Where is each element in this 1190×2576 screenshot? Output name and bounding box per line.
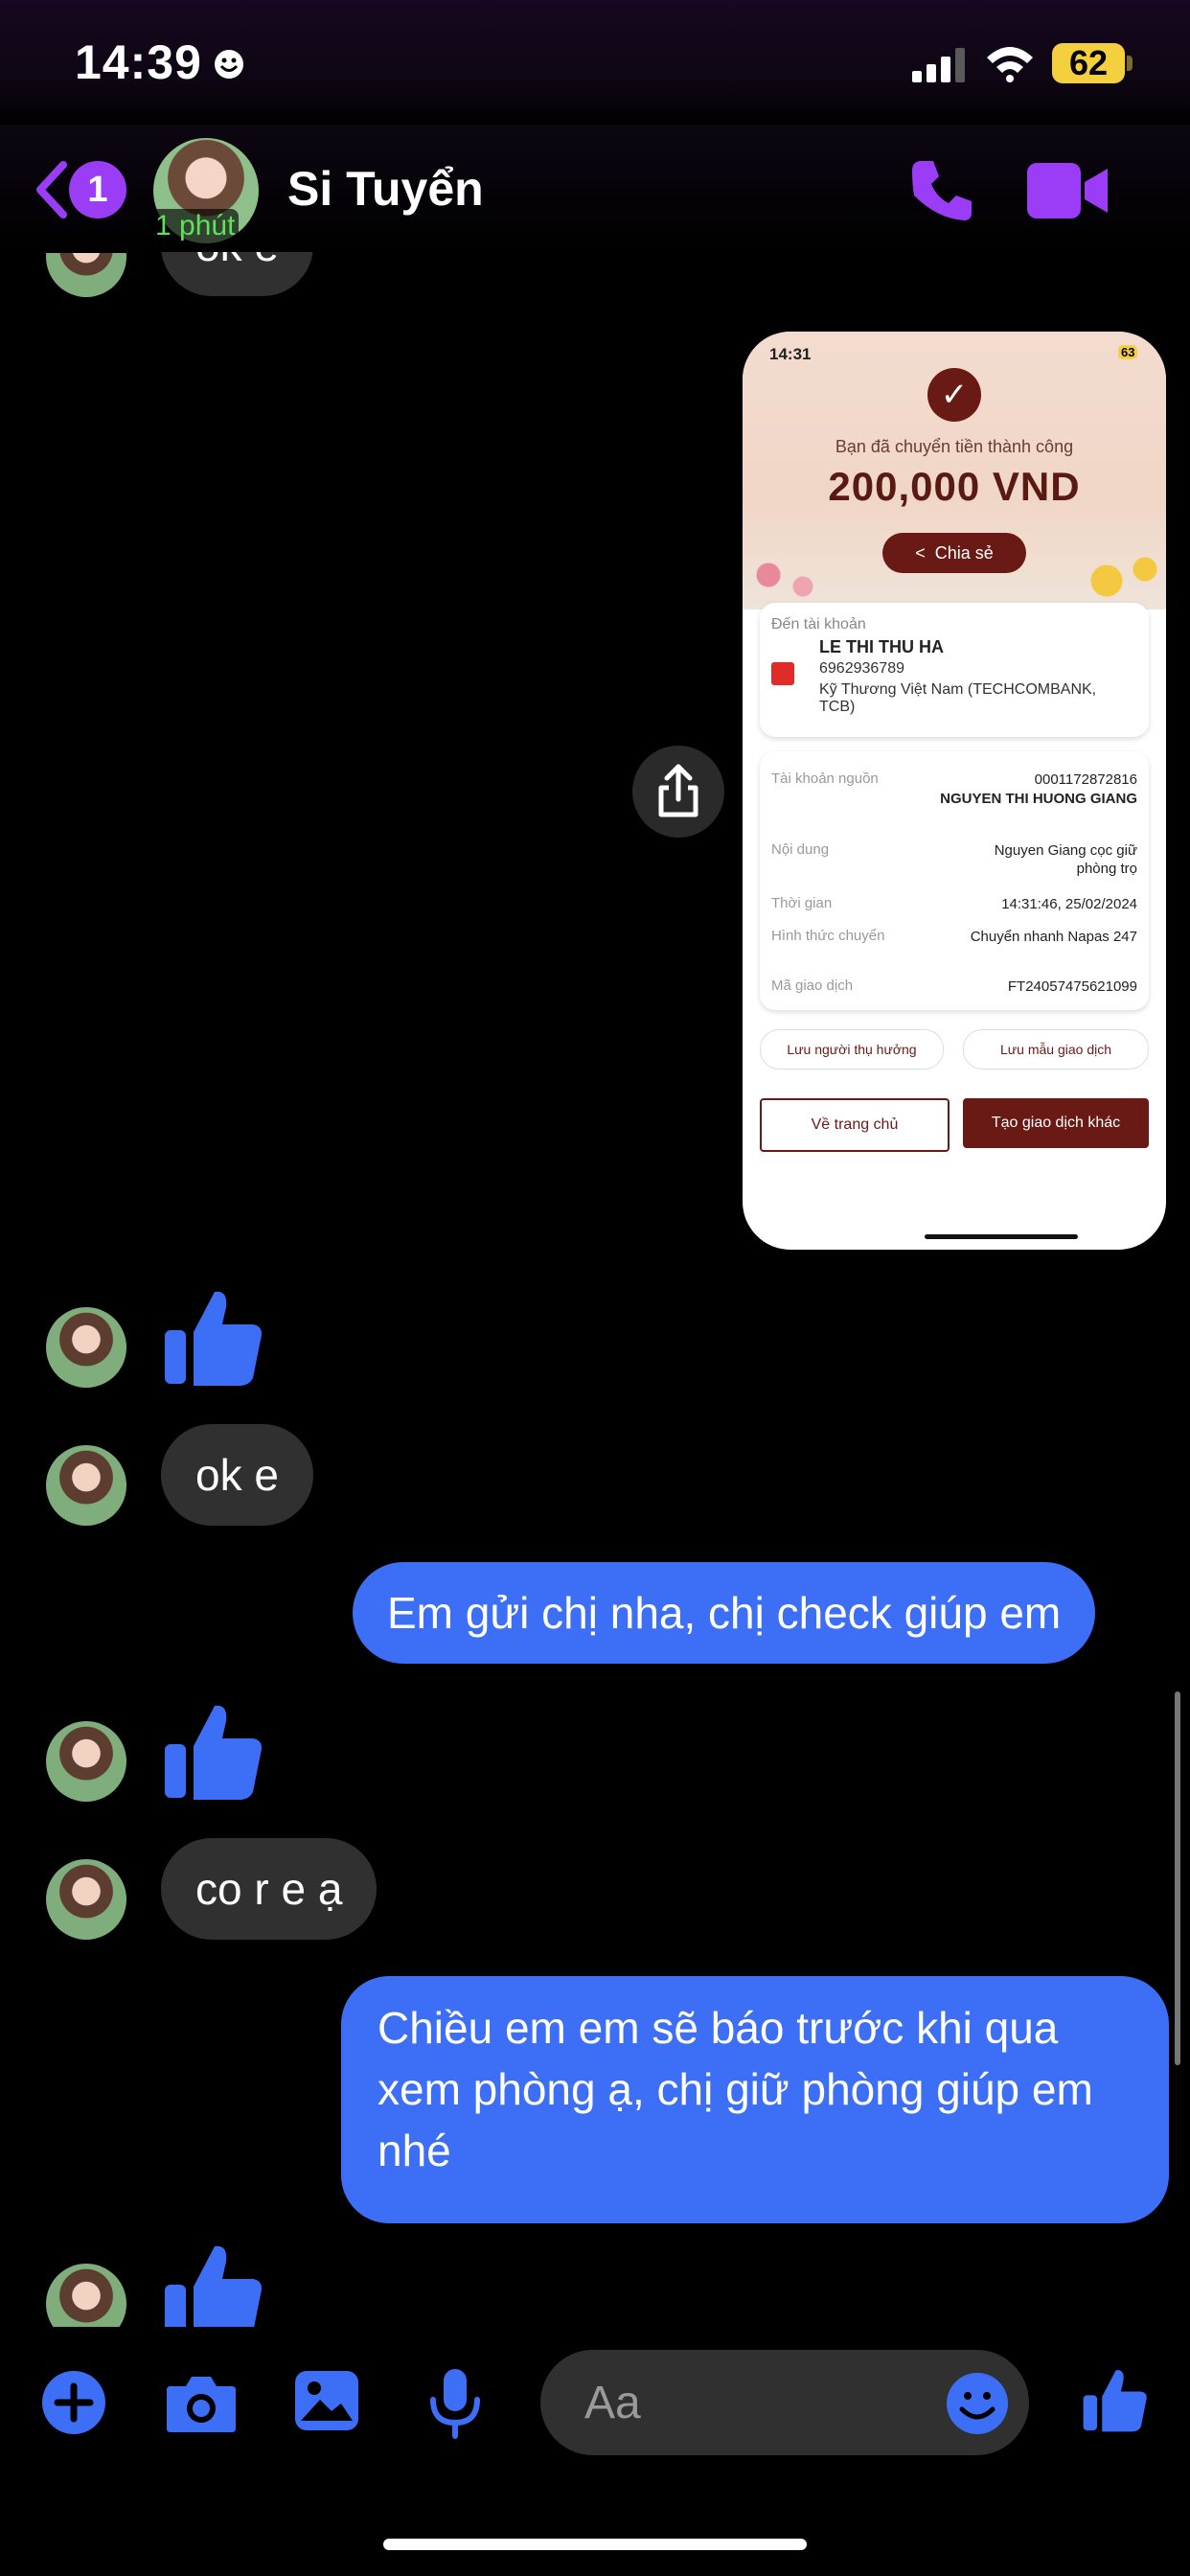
back-chevron-icon[interactable] (33, 159, 71, 220)
receipt-battery: 63 (1118, 345, 1138, 359)
thumbs-up-icon[interactable] (161, 2239, 266, 2327)
unread-count-badge[interactable]: 1 (69, 161, 126, 218)
video-call-icon[interactable] (1027, 163, 1108, 218)
share-upload-icon (658, 764, 698, 817)
txn-value: FT24057475621099 (1007, 978, 1137, 995)
scrollbar[interactable] (1175, 1691, 1180, 2065)
contact-avatar-small (46, 1445, 126, 1526)
share-icon: < (915, 543, 935, 563)
contact-avatar-small (46, 1859, 126, 1940)
txn-label: Mã giao dịch (771, 978, 854, 994)
receipt-share-label: Chia sẻ (934, 543, 994, 563)
transfer-amount: 200,000 VND (828, 464, 1081, 509)
wifi-icon (987, 47, 1033, 82)
source-label: Tài khoản nguồn (771, 770, 879, 787)
receipt-share-button: < Chia sẻ (882, 533, 1026, 573)
save-recipient-pill: Lưu người thụ hưởng (760, 1029, 944, 1070)
receipt-status-time: 14:31 (769, 345, 812, 363)
emoji-icon[interactable] (945, 2371, 1010, 2436)
new-transaction-button: Tạo giao dịch khác (963, 1098, 1149, 1148)
send-like-icon[interactable] (1081, 2363, 1150, 2436)
phone-call-icon[interactable] (908, 157, 975, 224)
time-value: 14:31:46, 25/02/2024 (1001, 896, 1137, 912)
transaction-details-card: Tài khoản nguồn 0001172872816 NGUYEN THI… (760, 751, 1149, 1010)
content-value: Nguyen Giang cọc giữ phòng trọ (994, 842, 1137, 877)
recipient-name: LE THI THU HA (819, 637, 944, 656)
shared-receipt-image[interactable]: 14:31 63 ✓ Bạn đã chuyển tiền thành công… (743, 332, 1166, 1250)
outgoing-message-bubble[interactable]: Em gửi chị nha, chị check giúp em (353, 1562, 1096, 1664)
decorative-blossom (743, 552, 829, 610)
home-button: Về trang chủ (760, 1098, 950, 1152)
outgoing-message-bubble[interactable]: Chiều em em sẽ báo trước khi qua xem phò… (341, 1976, 1169, 2223)
status-time: 14:39 (75, 35, 202, 89)
active-status-label: 1 phút (151, 209, 240, 243)
microphone-icon[interactable] (427, 2367, 483, 2440)
techcombank-logo (771, 662, 794, 685)
home-indicator (383, 2539, 807, 2550)
thumbs-up-icon[interactable] (161, 1284, 266, 1390)
smiley-status-icon (215, 50, 243, 79)
save-template-pill: Lưu mẫu giao dịch (963, 1029, 1149, 1070)
battery-indicator: 62 (1052, 43, 1125, 83)
time-label: Thời gian (771, 895, 833, 911)
battery-cap (1127, 56, 1133, 71)
success-check-icon: ✓ (927, 368, 981, 422)
recipient-account: 6962936789 (819, 660, 904, 677)
camera-icon[interactable] (165, 2373, 238, 2434)
recipient-card: Đến tài khoản LE THI THU HA 6962936789 K… (760, 603, 1149, 737)
decorative-apricot-blossom (1068, 552, 1164, 610)
plus-icon[interactable] (40, 2369, 107, 2436)
method-value: Chuyển nhanh Napas 247 (970, 929, 1137, 945)
source-account: 0001172872816 (1034, 771, 1137, 788)
message-input-placeholder: Aa (584, 2378, 641, 2428)
content-label: Nội dung (771, 841, 830, 858)
recipient-bank: Kỹ Thương Việt Nam (TECHCOMBANK, TCB) (819, 681, 1097, 715)
contact-avatar-small (46, 1721, 126, 1802)
thumbs-up-icon[interactable] (161, 1698, 266, 1804)
photo-gallery-icon[interactable] (293, 2369, 360, 2432)
incoming-message-bubble[interactable]: ok e (161, 1424, 313, 1526)
share-image-button[interactable] (632, 746, 724, 838)
source-name: NGUYEN THI HUONG GIANG (940, 791, 1137, 807)
success-text: Bạn đã chuyển tiền thành công (835, 437, 1074, 456)
cellular-signal-icon (912, 48, 965, 82)
incoming-message-bubble[interactable]: co r e ạ (161, 1838, 378, 1940)
receipt-home-indicator (925, 1234, 1078, 1239)
contact-avatar-small (46, 1307, 126, 1388)
contact-name[interactable]: Si Tuyển (287, 161, 484, 217)
to-account-label: Đến tài khoản (771, 616, 866, 632)
method-label: Hình thức chuyển (771, 928, 885, 944)
